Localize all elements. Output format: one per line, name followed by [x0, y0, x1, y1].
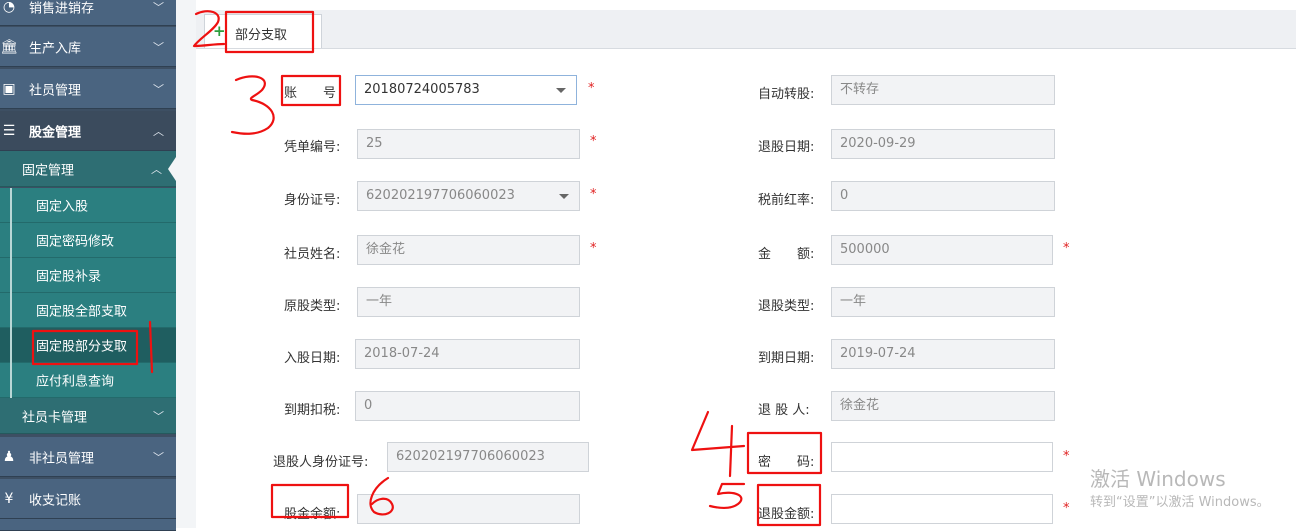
windows-activation-hint: 转到“设置”以激活 Windows。 — [1090, 495, 1270, 510]
amount-field: 500000 — [831, 235, 1053, 265]
sidebar: ◔ 销售进销存 ﹀ 🏛 生产入库 ﹀ ▣ 社员管理 ﹀ ☰ 股金管理 ︿ 固定管… — [0, 0, 176, 531]
withdrawer-label: 退 股 人: — [758, 403, 810, 418]
required-mark: * — [590, 134, 597, 149]
sidebar-item-label: 股金管理 — [29, 125, 82, 140]
sidebar-item-non-members[interactable]: ♟ 非社员管理 ﹀ — [0, 437, 176, 477]
sidebar-item-interest-query[interactable]: 应付利息查询 — [0, 363, 176, 398]
withdrawer-id-label: 退股人身份证号: — [273, 455, 369, 470]
picture-icon: ▣ — [2, 80, 16, 97]
sidebar-item-label: 固定入股 — [36, 199, 89, 215]
balance-label: 股金余额: — [284, 507, 341, 522]
balance-field — [357, 494, 580, 524]
due-tax-label: 到期扣税: — [284, 403, 341, 418]
password-label: 密 码: — [758, 455, 815, 470]
sidebar-item-label: 非社员管理 — [29, 451, 95, 466]
due-tax-field: 0 — [355, 391, 580, 421]
sidebar-item-fixed-management[interactable]: 固定管理 ︿ — [0, 151, 176, 187]
sidebar-item-label: 销售进销存 — [29, 1, 95, 16]
withdraw-date-label: 退股日期: — [758, 140, 815, 155]
required-mark: * — [1063, 501, 1070, 516]
auto-transfer-label: 自动转股: — [758, 87, 815, 102]
tab-partial-withdraw[interactable]: + 部分支取 — [204, 14, 322, 48]
sidebar-item-label: 固定股全部支取 — [36, 304, 128, 320]
sidebar-item-label: 固定股部分支取 — [36, 339, 128, 355]
sidebar-item-production[interactable]: 🏛 生产入库 ﹀ — [0, 27, 176, 67]
withdraw-amount-label: 退股金额: — [758, 507, 815, 522]
voucher-field: 25 — [357, 129, 580, 159]
chevron-down-icon — [559, 194, 569, 199]
sidebar-item-share-capital[interactable]: ☰ 股金管理 ︿ — [0, 111, 176, 151]
orig-type-label: 原股类型: — [284, 299, 341, 314]
sidebar-item-label: 固定密码修改 — [36, 234, 115, 250]
chevron-down-icon — [556, 88, 566, 93]
chevron-down-icon: ﹀ — [153, 82, 164, 96]
windows-activation-watermark: 激活 Windows — [1090, 467, 1226, 491]
plus-icon: + — [213, 22, 226, 40]
account-select[interactable]: 20180724005783 — [355, 75, 577, 105]
chevron-down-icon: ﹀ — [153, 0, 164, 14]
withdrawer-id-field: 620202197706060023 — [387, 442, 589, 472]
due-date-label: 到期日期: — [758, 351, 815, 366]
password-input[interactable] — [831, 442, 1053, 472]
sidebar-item-label: 应付利息查询 — [36, 374, 115, 390]
sidebar-item-sales[interactable]: ◔ 销售进销存 ﹀ — [0, 0, 176, 26]
chevron-down-icon: ﹀ — [153, 40, 164, 54]
sidebar-item-more[interactable] — [0, 519, 176, 531]
tab-label: 部分支取 — [235, 28, 288, 43]
withdraw-type-label: 退股类型: — [758, 299, 815, 314]
required-mark: * — [588, 81, 595, 96]
sidebar-item-fixed-partial-withdraw[interactable]: 固定股部分支取 — [0, 328, 176, 363]
sidebar-item-label: 收支记账 — [29, 493, 82, 508]
pretax-rate-field: 0 — [831, 181, 1055, 211]
person-icon: ♟ — [2, 448, 16, 465]
required-mark: * — [590, 187, 597, 202]
required-mark: * — [1063, 241, 1070, 256]
auto-transfer-field: 不转存 — [831, 75, 1055, 105]
chevron-down-icon: ﹀ — [153, 409, 164, 423]
required-mark: * — [1063, 449, 1070, 464]
sidebar-item-member-card[interactable]: 社员卡管理 ﹀ — [0, 398, 176, 434]
chevron-up-icon: ︿ — [153, 124, 164, 138]
pie-chart-icon: ◔ — [2, 0, 16, 15]
tab-bar: + 部分支取 — [196, 10, 1296, 49]
withdraw-amount-input[interactable] — [831, 494, 1053, 524]
orig-type-field: 一年 — [357, 287, 580, 317]
required-mark: * — [590, 241, 597, 256]
main-content: + 部分支取 — [176, 0, 1296, 528]
yen-icon: ¥ — [4, 490, 14, 507]
member-name-label: 社员姓名: — [284, 247, 341, 262]
pretax-rate-label: 税前红率: — [758, 193, 815, 208]
sidebar-item-accounting[interactable]: ¥ 收支记账 — [0, 479, 176, 519]
idcard-select[interactable]: 620202197706060023 — [357, 181, 580, 211]
sidebar-item-label: 固定管理 — [22, 163, 75, 178]
sidebar-item-fixed-supplement[interactable]: 固定股补录 — [0, 258, 176, 293]
sidebar-item-fixed-full-withdraw[interactable]: 固定股全部支取 — [0, 293, 176, 328]
due-date-field: 2019-07-24 — [831, 339, 1055, 369]
account-value: 20180724005783 — [364, 82, 480, 97]
withdraw-date-field: 2020-09-29 — [831, 129, 1055, 159]
bank-icon: 🏛 — [0, 38, 18, 55]
amount-label: 金 额: — [758, 247, 815, 262]
chevron-up-icon: ︿ — [151, 162, 162, 176]
sidebar-item-label: 社员管理 — [29, 83, 82, 98]
chevron-down-icon: ﹀ — [153, 450, 164, 464]
database-icon: ☰ — [2, 122, 16, 139]
sidebar-item-fixed-password[interactable]: 固定密码修改 — [0, 223, 176, 258]
account-label: 账 号 — [284, 86, 337, 101]
sidebar-item-label: 社员卡管理 — [22, 410, 88, 425]
withdrawer-field: 徐金花 — [831, 391, 1055, 421]
voucher-label: 凭单编号: — [284, 140, 341, 155]
join-date-label: 入股日期: — [284, 351, 341, 366]
sidebar-item-members[interactable]: ▣ 社员管理 ﹀ — [0, 69, 176, 109]
withdraw-type-field: 一年 — [831, 287, 1055, 317]
join-date-field: 2018-07-24 — [355, 339, 580, 369]
active-indicator — [168, 157, 176, 181]
sidebar-item-fixed-join[interactable]: 固定入股 — [0, 188, 176, 223]
sidebar-item-label: 固定股补录 — [36, 269, 102, 285]
member-name-field: 徐金花 — [357, 235, 580, 265]
sidebar-item-label: 生产入库 — [29, 41, 82, 56]
idcard-label: 身份证号: — [284, 193, 341, 208]
